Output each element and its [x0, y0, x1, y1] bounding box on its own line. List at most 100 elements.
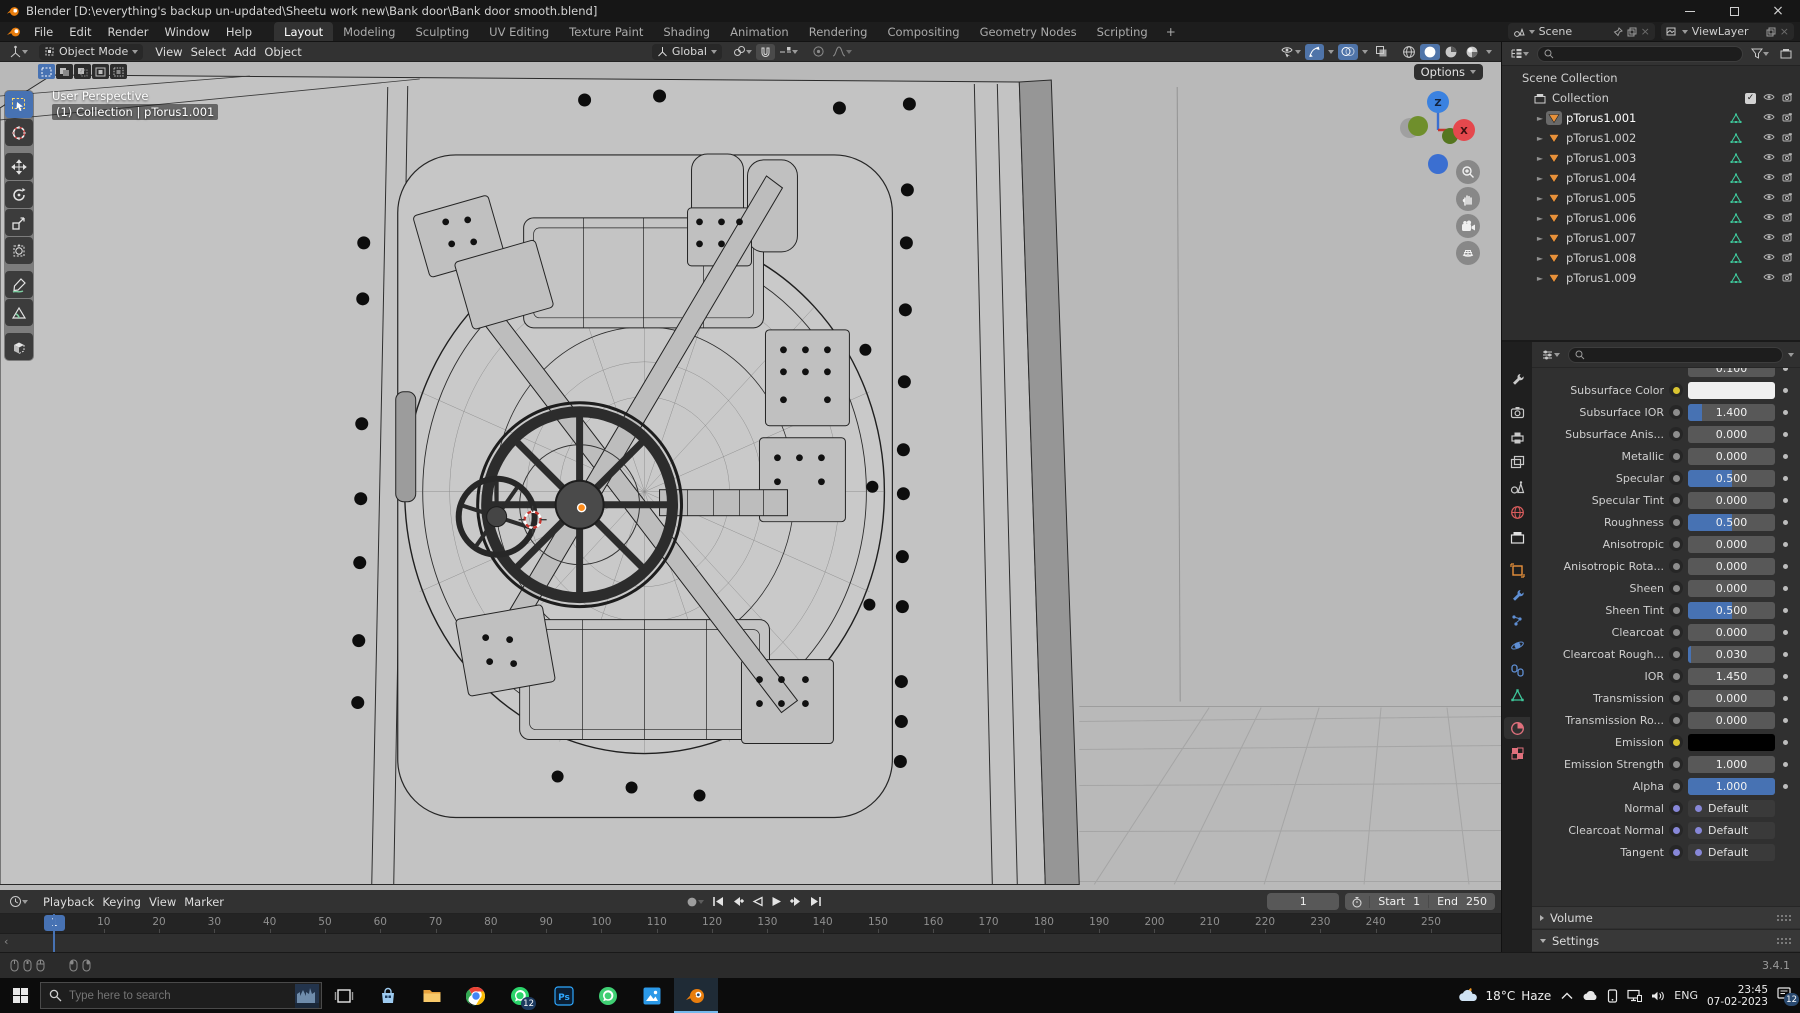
node-socket-toggle[interactable]: [1669, 779, 1683, 793]
properties-tab-output[interactable]: [1504, 426, 1530, 448]
disable-render-icon[interactable]: [1782, 231, 1794, 245]
hide-eye-icon[interactable]: [1763, 191, 1775, 205]
store-icon[interactable]: [366, 978, 410, 1013]
node-socket-toggle[interactable]: [1669, 801, 1683, 815]
decorator-dot[interactable]: [1780, 695, 1790, 701]
pivot-point-button[interactable]: [730, 44, 755, 60]
menu-edit[interactable]: Edit: [61, 25, 99, 39]
decorator-dot[interactable]: [1780, 453, 1790, 459]
value-field[interactable]: 0.100: [1688, 368, 1775, 377]
outliner-item-ptorus1.006[interactable]: ► pTorus1.006: [1502, 208, 1800, 228]
tool-measure[interactable]: [5, 299, 33, 326]
properties-tab-view-layer[interactable]: [1504, 451, 1530, 473]
prev-keyframe-button[interactable]: [729, 894, 747, 910]
outliner-item-ptorus1.005[interactable]: ► pTorus1.005: [1502, 188, 1800, 208]
menu-render[interactable]: Render: [100, 25, 157, 39]
scene-selector[interactable]: Scene ×: [1507, 23, 1655, 40]
decorator-dot[interactable]: [1780, 563, 1790, 569]
decorator-dot[interactable]: [1780, 739, 1790, 745]
decorator-dot[interactable]: [1780, 783, 1790, 789]
node-socket-toggle[interactable]: [1669, 625, 1683, 639]
shading-wireframe-button[interactable]: [1399, 44, 1419, 60]
next-keyframe-button[interactable]: [787, 894, 805, 910]
disable-render-icon[interactable]: [1782, 131, 1794, 145]
node-socket-toggle[interactable]: [1669, 845, 1683, 859]
slider-field[interactable]: 0.000: [1688, 689, 1775, 707]
expand-arrow-icon[interactable]: ►: [1534, 234, 1546, 243]
normal-link-field[interactable]: Default: [1688, 821, 1775, 839]
properties-options-caret[interactable]: [1788, 352, 1794, 357]
slider-field[interactable]: 0.000: [1688, 711, 1775, 729]
drag-handle[interactable]: [1776, 913, 1792, 922]
viewport[interactable]: Options User Perspective (1) Collection …: [0, 62, 1501, 890]
shading-dropdown[interactable]: [1483, 44, 1495, 60]
jump-to-start-button[interactable]: [709, 894, 727, 910]
node-socket-toggle[interactable]: [1669, 559, 1683, 573]
properties-tab-constraints[interactable]: [1504, 659, 1530, 681]
normal-link-field[interactable]: Default: [1688, 799, 1775, 817]
disable-render-icon[interactable]: [1782, 251, 1794, 265]
tool-add-cube[interactable]: [5, 333, 33, 360]
color-swatch[interactable]: [1688, 733, 1775, 751]
workspace-tab-geometry-nodes[interactable]: Geometry Nodes: [970, 22, 1087, 41]
tool-rotate[interactable]: [5, 181, 33, 208]
visibility-dropdown[interactable]: [1278, 44, 1304, 60]
timeline-marker-menu[interactable]: Marker: [180, 895, 228, 909]
viewport-select-menu[interactable]: Select: [187, 45, 230, 59]
expand-arrow-icon[interactable]: ►: [1534, 214, 1546, 223]
timeline-editor-type-button[interactable]: [6, 894, 31, 910]
hide-eye-icon[interactable]: [1763, 131, 1775, 145]
outliner-editor-type-button[interactable]: [1507, 46, 1532, 62]
taskbar-weather[interactable]: 18°C Haze: [1458, 986, 1551, 1006]
viewport-options-button[interactable]: Options: [1413, 64, 1483, 80]
decorator-dot[interactable]: [1780, 368, 1790, 371]
xray-toggle[interactable]: [1372, 44, 1391, 60]
node-socket-toggle[interactable]: [1669, 449, 1683, 463]
menu-window[interactable]: Window: [156, 25, 217, 39]
jump-to-end-button[interactable]: [807, 894, 825, 910]
properties-tab-physics[interactable]: [1504, 634, 1530, 656]
outliner-item-ptorus1.008[interactable]: ► pTorus1.008: [1502, 248, 1800, 268]
expand-arrow-icon[interactable]: ►: [1534, 114, 1546, 123]
new-viewlayer-icon[interactable]: [1766, 27, 1776, 37]
menu-help[interactable]: Help: [218, 25, 260, 39]
hide-eye-icon[interactable]: [1763, 251, 1775, 265]
current-frame-field[interactable]: 1: [1267, 893, 1340, 910]
gizmos-dropdown[interactable]: [1325, 44, 1337, 60]
outliner-search[interactable]: [1537, 45, 1743, 62]
photoshop-icon[interactable]: Ps: [542, 978, 586, 1013]
node-socket-toggle[interactable]: [1669, 581, 1683, 595]
slider-field[interactable]: 0.030: [1688, 645, 1775, 663]
timeline-track[interactable]: ‹: [0, 914, 1501, 952]
decorator-dot[interactable]: [1780, 497, 1790, 503]
panel-section-volume[interactable]: Volume: [1532, 906, 1800, 928]
whatsapp2-icon[interactable]: [586, 978, 630, 1013]
camera-view-button[interactable]: [1456, 214, 1480, 238]
editor-type-button[interactable]: [6, 44, 31, 60]
properties-tab-collection[interactable]: [1504, 526, 1530, 548]
hide-eye-icon[interactable]: [1763, 211, 1775, 225]
workspace-tab-rendering[interactable]: Rendering: [799, 22, 878, 41]
outliner-item-ptorus1.007[interactable]: ► pTorus1.007: [1502, 228, 1800, 248]
use-preview-range-button[interactable]: [1345, 895, 1371, 908]
timeline-collapse-chevron[interactable]: ‹: [4, 935, 8, 948]
timeline-view-menu[interactable]: View: [145, 895, 180, 909]
taskbar-search-input[interactable]: [69, 989, 288, 1002]
gizmo-axis-neg-z[interactable]: [1428, 154, 1448, 174]
workspace-tab-sculpting[interactable]: Sculpting: [405, 22, 479, 41]
disable-render-icon[interactable]: [1782, 91, 1794, 105]
outliner-search-input[interactable]: [1558, 47, 1736, 60]
workspace-tab-layout[interactable]: Layout: [274, 22, 334, 41]
decorator-dot[interactable]: [1780, 761, 1790, 767]
select-mode-subtract[interactable]: [74, 64, 91, 79]
properties-tab-particles[interactable]: [1504, 609, 1530, 631]
slider-field[interactable]: 1.000: [1688, 755, 1775, 773]
node-socket-toggle[interactable]: [1669, 471, 1683, 485]
hide-eye-icon[interactable]: [1763, 171, 1775, 185]
timeline-ruler[interactable]: 1 10203040506070809010011012013014015016…: [0, 914, 1501, 934]
node-socket-toggle[interactable]: [1669, 493, 1683, 507]
properties-tab-texture[interactable]: [1504, 742, 1530, 764]
play-button[interactable]: [768, 894, 785, 910]
start-frame-field[interactable]: Start 1: [1370, 895, 1430, 908]
properties-tab-modifiers[interactable]: [1504, 584, 1530, 606]
